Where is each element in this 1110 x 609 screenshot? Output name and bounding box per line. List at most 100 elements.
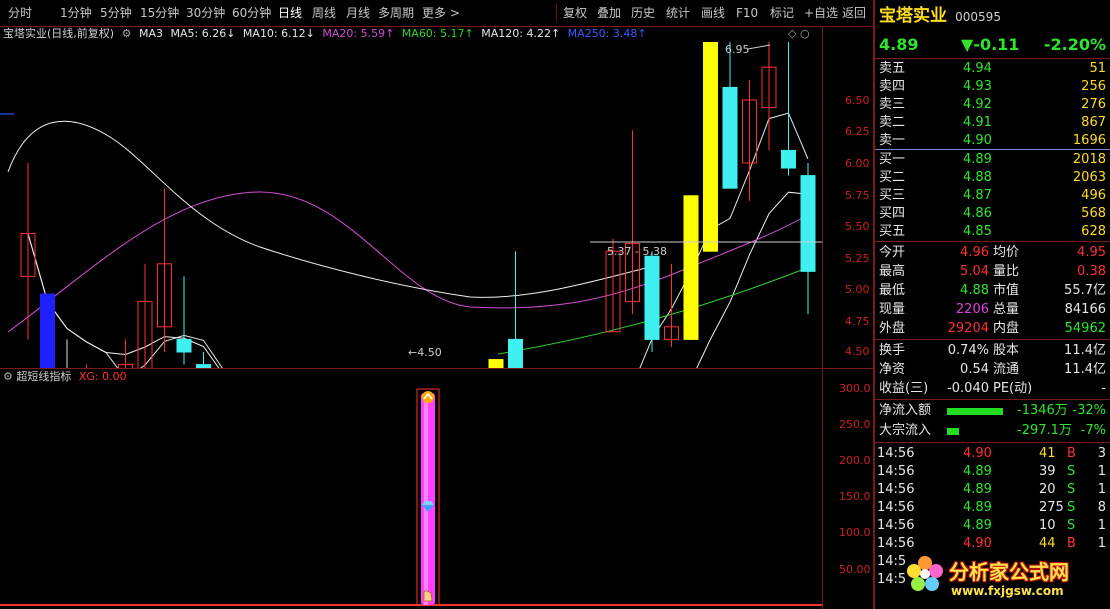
indicator-name: 超短线指标 [16,370,72,383]
stat-value: 0.74% [947,343,989,358]
history-button[interactable]: 历史 [631,0,655,26]
indicator-tick: 250.0 [839,418,871,431]
restore-rights-button[interactable]: 复权 [563,0,587,26]
tick-price: 4.90 [963,536,992,551]
stat-value: 55.7亿 [1064,283,1106,298]
tick-volume: 41 [1039,446,1056,461]
back-button[interactable]: 返回 [842,0,866,26]
mid-annotation: 5.37 - 5.38 [607,245,667,258]
bid-level-label: 买二 [879,170,906,185]
ask-volume: 867 [1081,115,1106,130]
bid-row: 买二 4.88 2063 [875,169,1110,187]
ask-row: 卖一 4.90 1696 [875,132,1110,150]
candle-body [722,86,738,189]
price-tick: 5.75 [845,189,870,202]
stats-divider [875,339,1110,340]
tab-15min[interactable]: 15分钟 [140,0,179,26]
candlestick-chart[interactable]: 6.95 ←4.50 5.37 - 5.38 [0,42,822,368]
candle-body [488,359,504,368]
tick-side: S [1067,464,1076,479]
flow-value: -297.1万 [1017,423,1072,438]
draw-line-button[interactable]: 画线 [701,0,725,26]
stat-key: 最低 [879,283,906,298]
tick-time: 14:56 [877,536,915,551]
stat-key: 流通 [993,362,1020,377]
tick-count: 1 [1097,518,1106,533]
tick-row: 14:56 4.89 20 S 1 [875,481,1110,499]
stat-value: 0.38 [1077,264,1106,279]
ma60-label: MA60: 5.17↑ [401,27,474,40]
candle-body [800,175,816,272]
stat-value: 2206 [955,302,989,317]
ask-level-label: 卖四 [879,79,906,94]
tick-time: 14:56 [877,464,915,479]
bid-price: 4.87 [963,188,992,203]
tick-volume: 20 [1039,482,1056,497]
signal-bar-highlight [424,393,428,605]
tab-intraday[interactable]: 分时 [8,0,32,26]
settings-icon[interactable]: ⚙ [122,27,132,40]
stat-key: 今开 [879,245,906,260]
flow-divider [875,399,1110,400]
high-annotation: 6.95 [725,43,750,56]
bid-row: 买四 4.86 568 [875,205,1110,223]
toolbar-divider [556,4,557,22]
ask-price: 4.92 [963,97,992,112]
stat-value: 29204 [947,321,989,336]
tab-1min[interactable]: 1分钟 [60,0,92,26]
ma250-label: MA250: 3.48↑ [567,27,647,40]
ma30-line [7,120,651,298]
ask-price: 4.90 [963,133,992,148]
stat-key: 收益(三) [879,381,929,396]
stat-value: 4.88 [960,283,989,298]
panel-divider [0,368,873,369]
stock-name: 宝塔实业 [879,6,947,26]
tab-weekly[interactable]: 周线 [312,0,336,26]
stat-key: PE(动) [993,381,1033,396]
flow-pct: -7% [1080,423,1106,438]
ask-row: 卖二 4.91 867 [875,114,1110,132]
bid-volume: 2063 [1072,170,1106,185]
price-row: 4.89 ▼-0.11 -2.20% [875,34,1110,56]
tick-time: 14:56 [877,482,915,497]
overlay-button[interactable]: 叠加 [597,0,621,26]
tab-multi-period[interactable]: 多周期 [378,0,414,26]
bid-volume: 628 [1081,224,1106,239]
tab-30min[interactable]: 30分钟 [186,0,225,26]
tab-daily[interactable]: 日线 [278,0,302,26]
tick-side: B [1067,446,1076,461]
ask-level-label: 卖五 [879,61,906,76]
stock-header: 宝塔实业 000595 [875,5,1110,27]
ma20-label: MA20: 5.59↑ [322,27,395,40]
f10-button[interactable]: F10 [736,0,758,26]
indicator-tick: 50.00 [839,563,871,576]
tab-60min[interactable]: 60分钟 [232,0,271,26]
collapse-icon[interactable]: ◇ ○ [788,27,810,40]
indicator-axis: 300.0 250.0 200.0 150.0 100.0 50.00 [822,369,874,609]
tab-monthly[interactable]: 月线 [346,0,370,26]
tick-row: 14:56 4.89 275 S 8 [875,499,1110,517]
add-watchlist-button[interactable]: +自选 [804,0,838,26]
mark-button[interactable]: 标记 [770,0,794,26]
indicator-chart[interactable] [0,385,822,609]
stat-value: - [1101,381,1106,396]
stat-key: 市值 [993,283,1020,298]
tick-row: 14:5 [875,553,1110,571]
tick-volume: 275 [1039,500,1064,515]
stat-value: 5.04 [960,264,989,279]
stat-value: 11.4亿 [1064,343,1106,358]
statistics-button[interactable]: 统计 [666,0,690,26]
indicator-settings-icon[interactable]: ⚙ [3,370,13,383]
flow-value: -1346万 [1017,403,1068,418]
bid-price: 4.85 [963,224,992,239]
stat-key: 均价 [993,245,1020,260]
indicator-tick: 200.0 [839,454,871,467]
bid-row: 买五 4.85 628 [875,223,1110,241]
tab-5min[interactable]: 5分钟 [100,0,132,26]
ma10-label: MA10: 6.12↓ [242,27,315,40]
price-tick: 5.00 [845,283,870,296]
ma120-label: MA120: 4.22↑ [481,27,561,40]
tab-more[interactable]: 更多 > [422,0,460,26]
bid-price: 4.89 [963,152,992,167]
stat-key: 内盘 [993,321,1020,336]
